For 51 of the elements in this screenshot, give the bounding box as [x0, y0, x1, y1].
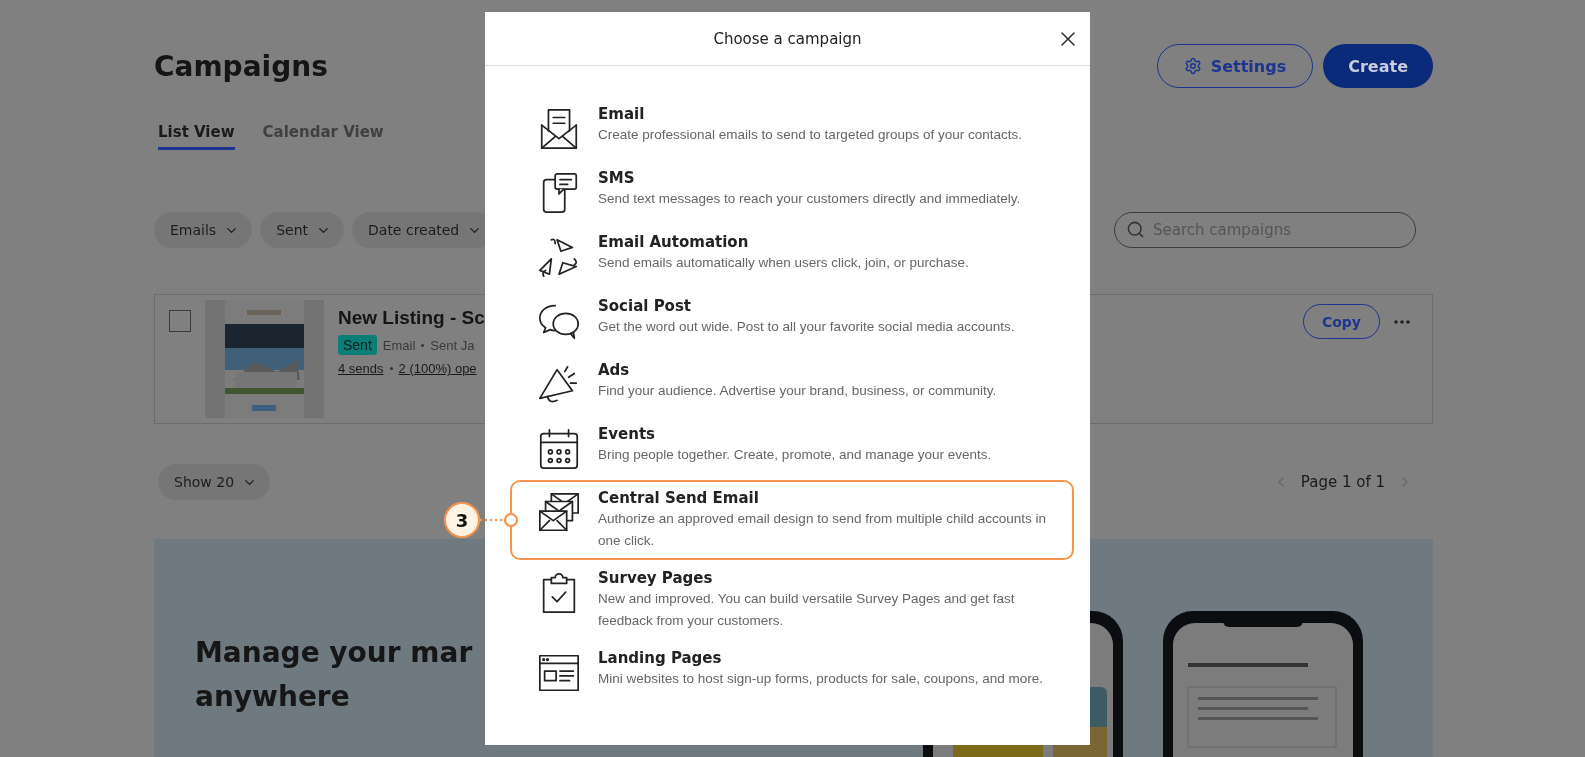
- more-icon[interactable]: [1394, 319, 1410, 324]
- checkbox[interactable]: [169, 310, 191, 332]
- campaign-title[interactable]: New Listing - Sc: [338, 307, 485, 329]
- stats-link[interactable]: 2 (100%) ope: [398, 361, 477, 376]
- banner-heading: Manage your mar: [195, 635, 473, 671]
- stats-link[interactable]: 4 sends: [338, 361, 384, 376]
- filter-dropdown[interactable]: Emails: [154, 212, 253, 248]
- campaign-option[interactable]: Social Post Get the word out wide. Post to all your favorite social media accounts.: [510, 288, 1074, 352]
- view-tab[interactable]: Calendar View: [262, 117, 384, 150]
- view-tab[interactable]: List View: [158, 117, 235, 150]
- create-button[interactable]: Create: [1323, 44, 1433, 88]
- page-indicator: Page 1 of 1: [1300, 473, 1385, 491]
- option-description: Send emails automatically when users click, join, or purchase.: [598, 254, 970, 272]
- separator-dot: [421, 343, 425, 347]
- campaign-option[interactable]: SMS Send text messages to reach your customers directly and immediately.: [510, 160, 1074, 224]
- campaign-option[interactable]: Landing Pages Mini websites to host sign-up forms, products for sale, coupons, and more.: [510, 640, 1074, 704]
- campaign-option[interactable]: Survey Pages New and improved. You can build versatile Survey Pages and get fast feedback from your customers.: [510, 560, 1074, 640]
- campaign-type: Email: [382, 337, 416, 353]
- campaign-option[interactable]: Email Create professional emails to send to targeted groups of your contacts.: [510, 96, 1074, 160]
- option-description: Get the word out wide. Post to all your favorite social media accounts.: [598, 318, 1016, 336]
- banner-heading: anywhere: [195, 679, 351, 715]
- campaign-option[interactable]: Email Automation Send emails automatically when users click, join, or purchase.: [510, 224, 1074, 288]
- option-title: Central Send Email: [598, 488, 760, 508]
- dialog-title: Choose a campaign: [713, 29, 862, 48]
- step-marker: 3: [444, 502, 480, 538]
- option-description: Authorize an approved email design to send from multiple child accounts in one click.: [598, 510, 1047, 550]
- campaign-option[interactable]: Central Send Email Authorize an approved email design to send from multiple child accounts in one click.: [510, 480, 1074, 560]
- option-title: SMS: [598, 168, 636, 188]
- option-description: Bring people together. Create, promote, and manage your events.: [598, 446, 993, 464]
- status-badge: Sent: [338, 335, 377, 355]
- settings-icon: [1183, 57, 1202, 75]
- option-description: Send text messages to reach your customers directly and immediately.: [598, 190, 1022, 208]
- option-title: Survey Pages: [598, 568, 714, 588]
- campaign-option[interactable]: Ads Find your audience. Advertise your brand, business, or community.: [510, 352, 1074, 416]
- option-title: Email: [598, 104, 646, 124]
- search-icon: [1126, 220, 1145, 239]
- page-title: Campaigns: [154, 49, 328, 83]
- option-description: Mini websites to host sign-up forms, products for sale, coupons, and more.: [598, 670, 1044, 688]
- page-size-dropdown[interactable]: Show 20: [158, 464, 271, 500]
- separator-dot: [389, 367, 393, 370]
- sent-date: Sent Ja: [430, 337, 475, 353]
- campaign-option[interactable]: Events Bring people together. Create, promote, and manage your events.: [510, 416, 1074, 480]
- option-title: Social Post: [598, 296, 693, 316]
- option-title: Landing Pages: [598, 648, 723, 668]
- option-description: Create professional emails to send to targeted groups of your contacts.: [598, 126, 1023, 144]
- filter-dropdown[interactable]: Sent: [260, 212, 344, 248]
- option-title: Ads: [598, 360, 631, 380]
- option-title: Events: [598, 424, 656, 444]
- option-title: Email Automation: [598, 232, 750, 252]
- option-description: New and improved. You can build versatile Survey Pages and get fast feedback from your customers.: [598, 590, 1016, 630]
- option-description: Find your audience. Advertise your brand, business, or community.: [598, 382, 998, 400]
